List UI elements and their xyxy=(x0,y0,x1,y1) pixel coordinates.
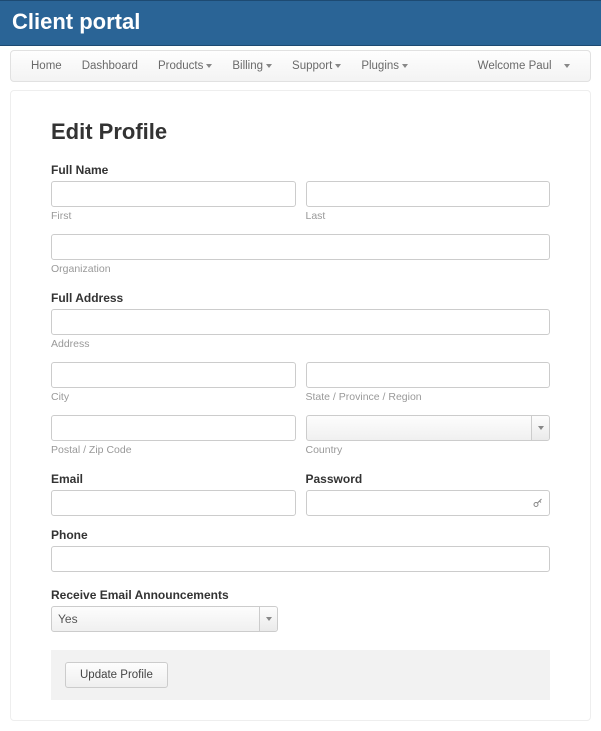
first-sublabel: First xyxy=(51,210,296,222)
password-label: Password xyxy=(306,472,551,486)
fullname-label: Full Name xyxy=(51,163,550,177)
site-title: Client portal xyxy=(12,9,589,35)
address-input[interactable] xyxy=(51,309,550,335)
nav-user-menu[interactable]: Welcome Paul xyxy=(468,52,580,80)
last-name-input[interactable] xyxy=(306,181,551,207)
first-name-input[interactable] xyxy=(51,181,296,207)
banner: Client portal xyxy=(0,0,601,46)
phone-input[interactable] xyxy=(51,546,550,572)
city-sublabel: City xyxy=(51,391,296,403)
update-profile-button[interactable]: Update Profile xyxy=(65,662,168,688)
state-input[interactable] xyxy=(306,362,551,388)
organization-input[interactable] xyxy=(51,234,550,260)
country-sublabel: Country xyxy=(306,444,551,456)
address-label: Full Address xyxy=(51,291,550,305)
nav-home-label: Home xyxy=(31,60,62,72)
nav-home[interactable]: Home xyxy=(21,52,72,80)
nav-support-label: Support xyxy=(292,60,332,72)
announce-select[interactable]: Yes xyxy=(51,606,278,632)
country-select[interactable] xyxy=(306,415,551,441)
nav-plugins-label: Plugins xyxy=(361,60,399,72)
nav-billing-label: Billing xyxy=(232,60,263,72)
chevron-down-icon xyxy=(564,64,570,68)
email-label: Email xyxy=(51,472,296,486)
state-sublabel: State / Province / Region xyxy=(306,391,551,403)
chevron-down-icon xyxy=(266,64,272,68)
city-input[interactable] xyxy=(51,362,296,388)
email-input[interactable] xyxy=(51,490,296,516)
submit-bar: Update Profile xyxy=(51,650,550,700)
nav-products-label: Products xyxy=(158,60,203,72)
password-input[interactable] xyxy=(306,490,551,516)
page-title: Edit Profile xyxy=(51,119,550,145)
chevron-down-icon xyxy=(206,64,212,68)
chevron-down-icon xyxy=(402,64,408,68)
nav-welcome-label: Welcome Paul xyxy=(478,60,552,72)
nav-support[interactable]: Support xyxy=(282,52,351,80)
nav-dashboard-label: Dashboard xyxy=(82,60,138,72)
phone-label: Phone xyxy=(51,528,550,542)
content: Edit Profile Full Name First Last Organi… xyxy=(10,90,591,721)
key-icon xyxy=(532,497,544,509)
chevron-down-icon xyxy=(335,64,341,68)
nav-products[interactable]: Products xyxy=(148,52,222,80)
navbar: Home Dashboard Products Billing Support … xyxy=(10,50,591,82)
last-sublabel: Last xyxy=(306,210,551,222)
postal-input[interactable] xyxy=(51,415,296,441)
org-sublabel: Organization xyxy=(51,263,550,275)
nav-dashboard[interactable]: Dashboard xyxy=(72,52,148,80)
announce-label: Receive Email Announcements xyxy=(51,588,550,602)
nav-billing[interactable]: Billing xyxy=(222,52,282,80)
postal-sublabel: Postal / Zip Code xyxy=(51,444,296,456)
nav-plugins[interactable]: Plugins xyxy=(351,52,418,80)
address-sublabel: Address xyxy=(51,338,550,350)
